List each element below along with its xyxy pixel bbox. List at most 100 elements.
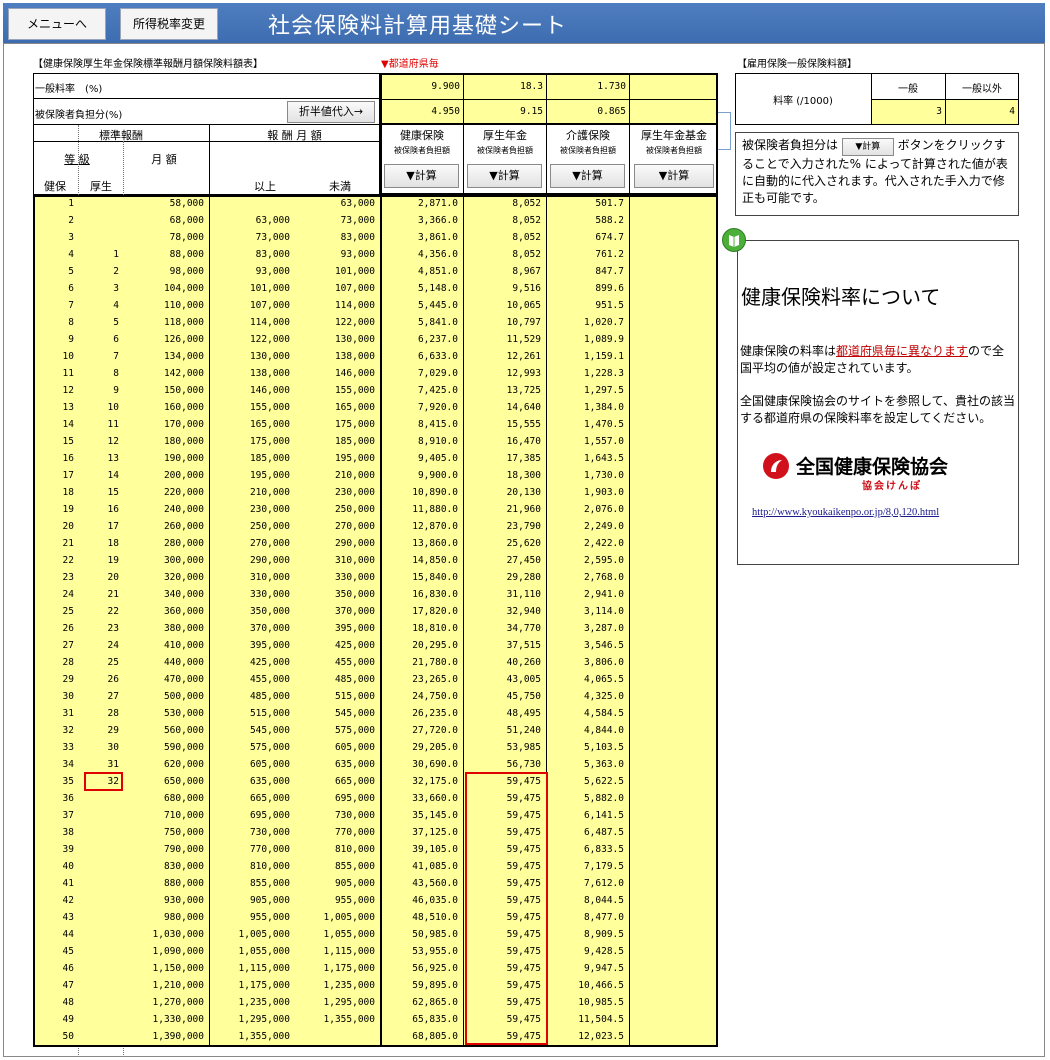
care-premium-cell[interactable]: 7,612.0 [547, 875, 624, 892]
health-premium-cell[interactable]: 17,820.0 [381, 603, 458, 620]
pension-premium-cell[interactable]: 17,385 [464, 450, 541, 467]
pension-calc-button[interactable]: ▼計算 [467, 164, 542, 188]
care-premium-cell[interactable]: 1,557.0 [547, 433, 624, 450]
pension-premium-cell[interactable]: 48,495 [464, 705, 541, 722]
care-premium-cell[interactable]: 5,882.0 [547, 790, 624, 807]
health-premium-cell[interactable]: 5,148.0 [381, 280, 458, 297]
care-premium-cell[interactable]: 9,947.5 [547, 960, 624, 977]
care-premium-cell[interactable]: 1,020.7 [547, 314, 624, 331]
pension-premium-cell[interactable]: 20,130 [464, 484, 541, 501]
half-value-button[interactable]: 折半値代入→ [287, 101, 375, 123]
care-premium-cell[interactable]: 1,730.0 [547, 467, 624, 484]
pension-premium-cell[interactable]: 45,750 [464, 688, 541, 705]
care-premium-cell[interactable]: 2,595.0 [547, 552, 624, 569]
health-premium-cell[interactable]: 48,510.0 [381, 909, 458, 926]
health-premium-cell[interactable]: 5,841.0 [381, 314, 458, 331]
health-rate-input[interactable]: 9.900 [382, 75, 462, 99]
pension-premium-cell[interactable]: 40,260 [464, 654, 541, 671]
pension-premium-cell[interactable]: 9,516 [464, 280, 541, 297]
care-premium-cell[interactable]: 5,103.5 [547, 739, 624, 756]
pension-premium-cell[interactable]: 8,052 [464, 195, 541, 212]
pension-premium-cell[interactable]: 14,640 [464, 399, 541, 416]
health-premium-cell[interactable]: 11,880.0 [381, 501, 458, 518]
health-premium-cell[interactable]: 32,175.0 [381, 773, 458, 790]
care-premium-cell[interactable]: 7,179.5 [547, 858, 624, 875]
health-premium-cell[interactable]: 21,780.0 [381, 654, 458, 671]
health-premium-cell[interactable]: 15,840.0 [381, 569, 458, 586]
care-premium-cell[interactable]: 3,287.0 [547, 620, 624, 637]
care-premium-cell[interactable]: 674.7 [547, 229, 624, 246]
pension-premium-cell[interactable]: 37,515 [464, 637, 541, 654]
health-premium-cell[interactable]: 2,871.0 [381, 195, 458, 212]
health-premium-cell[interactable]: 33,660.0 [381, 790, 458, 807]
pension-burden-input[interactable]: 9.15 [465, 100, 545, 124]
kyokai-url-link[interactable]: http://www.kyoukaikenpo.or.jp/8,0,120.ht… [752, 507, 939, 518]
care-premium-cell[interactable]: 2,249.0 [547, 518, 624, 535]
health-burden-input[interactable]: 4.950 [382, 100, 462, 124]
care-premium-cell[interactable]: 5,363.0 [547, 756, 624, 773]
pension-premium-cell[interactable]: 27,450 [464, 552, 541, 569]
health-premium-cell[interactable]: 53,955.0 [381, 943, 458, 960]
health-premium-cell[interactable]: 41,085.0 [381, 858, 458, 875]
pension-premium-cell[interactable]: 51,240 [464, 722, 541, 739]
health-premium-cell[interactable]: 6,633.0 [381, 348, 458, 365]
health-premium-cell[interactable]: 6,237.0 [381, 331, 458, 348]
health-premium-cell[interactable]: 26,235.0 [381, 705, 458, 722]
health-calc-button[interactable]: ▼計算 [384, 164, 459, 188]
care-premium-cell[interactable]: 1,643.5 [547, 450, 624, 467]
health-premium-cell[interactable]: 43,560.0 [381, 875, 458, 892]
health-premium-cell[interactable]: 10,890.0 [381, 484, 458, 501]
pension-premium-cell[interactable]: 13,725 [464, 382, 541, 399]
care-premium-cell[interactable]: 1,903.0 [547, 484, 624, 501]
fund-burden-input[interactable] [631, 100, 715, 124]
care-premium-cell[interactable]: 2,076.0 [547, 501, 624, 518]
health-premium-cell[interactable]: 8,910.0 [381, 433, 458, 450]
pension-premium-cell[interactable]: 8,967 [464, 263, 541, 280]
pension-premium-cell[interactable]: 11,529 [464, 331, 541, 348]
pension-premium-cell[interactable]: 34,770 [464, 620, 541, 637]
care-premium-cell[interactable]: 501.7 [547, 195, 624, 212]
pension-premium-cell[interactable]: 23,790 [464, 518, 541, 535]
employment-other-input[interactable]: 4 [946, 100, 1018, 124]
care-rate-input[interactable]: 1.730 [548, 75, 628, 99]
care-premium-cell[interactable]: 10,985.5 [547, 994, 624, 1011]
pension-premium-cell[interactable]: 18,300 [464, 467, 541, 484]
health-premium-cell[interactable]: 13,860.0 [381, 535, 458, 552]
pension-premium-cell[interactable]: 12,993 [464, 365, 541, 382]
pension-premium-cell[interactable]: 8,052 [464, 229, 541, 246]
care-premium-cell[interactable]: 8,909.5 [547, 926, 624, 943]
health-premium-cell[interactable]: 4,356.0 [381, 246, 458, 263]
care-premium-cell[interactable]: 6,141.5 [547, 807, 624, 824]
health-premium-cell[interactable]: 59,895.0 [381, 977, 458, 994]
employment-general-input[interactable]: 3 [872, 100, 945, 124]
care-premium-cell[interactable]: 12,023.5 [547, 1028, 624, 1045]
care-premium-cell[interactable]: 1,089.9 [547, 331, 624, 348]
prefecture-differs-link[interactable]: 都道府県毎に異なります [836, 344, 968, 358]
care-premium-cell[interactable]: 10,466.5 [547, 977, 624, 994]
pension-premium-cell[interactable]: 8,052 [464, 212, 541, 229]
care-premium-cell[interactable]: 847.7 [547, 263, 624, 280]
care-premium-cell[interactable]: 4,844.0 [547, 722, 624, 739]
care-premium-cell[interactable]: 1,297.5 [547, 382, 624, 399]
health-premium-cell[interactable]: 46,035.0 [381, 892, 458, 909]
pension-premium-cell[interactable]: 32,940 [464, 603, 541, 620]
menu-button[interactable]: メニューへ [8, 8, 106, 40]
health-premium-cell[interactable]: 23,265.0 [381, 671, 458, 688]
health-premium-cell[interactable]: 30,690.0 [381, 756, 458, 773]
care-premium-cell[interactable]: 4,065.5 [547, 671, 624, 688]
health-premium-cell[interactable]: 29,205.0 [381, 739, 458, 756]
care-premium-cell[interactable]: 1,159.1 [547, 348, 624, 365]
care-premium-cell[interactable]: 3,114.0 [547, 603, 624, 620]
care-burden-input[interactable]: 0.865 [548, 100, 628, 124]
health-premium-cell[interactable]: 5,445.0 [381, 297, 458, 314]
health-premium-cell[interactable]: 3,366.0 [381, 212, 458, 229]
health-premium-cell[interactable]: 27,720.0 [381, 722, 458, 739]
care-premium-cell[interactable]: 8,044.5 [547, 892, 624, 909]
health-premium-cell[interactable]: 18,810.0 [381, 620, 458, 637]
care-premium-cell[interactable]: 9,428.5 [547, 943, 624, 960]
pension-premium-cell[interactable]: 8,052 [464, 246, 541, 263]
care-premium-cell[interactable]: 8,477.0 [547, 909, 624, 926]
pension-premium-cell[interactable]: 15,555 [464, 416, 541, 433]
pension-premium-cell[interactable]: 56,730 [464, 756, 541, 773]
care-premium-cell[interactable]: 6,487.5 [547, 824, 624, 841]
